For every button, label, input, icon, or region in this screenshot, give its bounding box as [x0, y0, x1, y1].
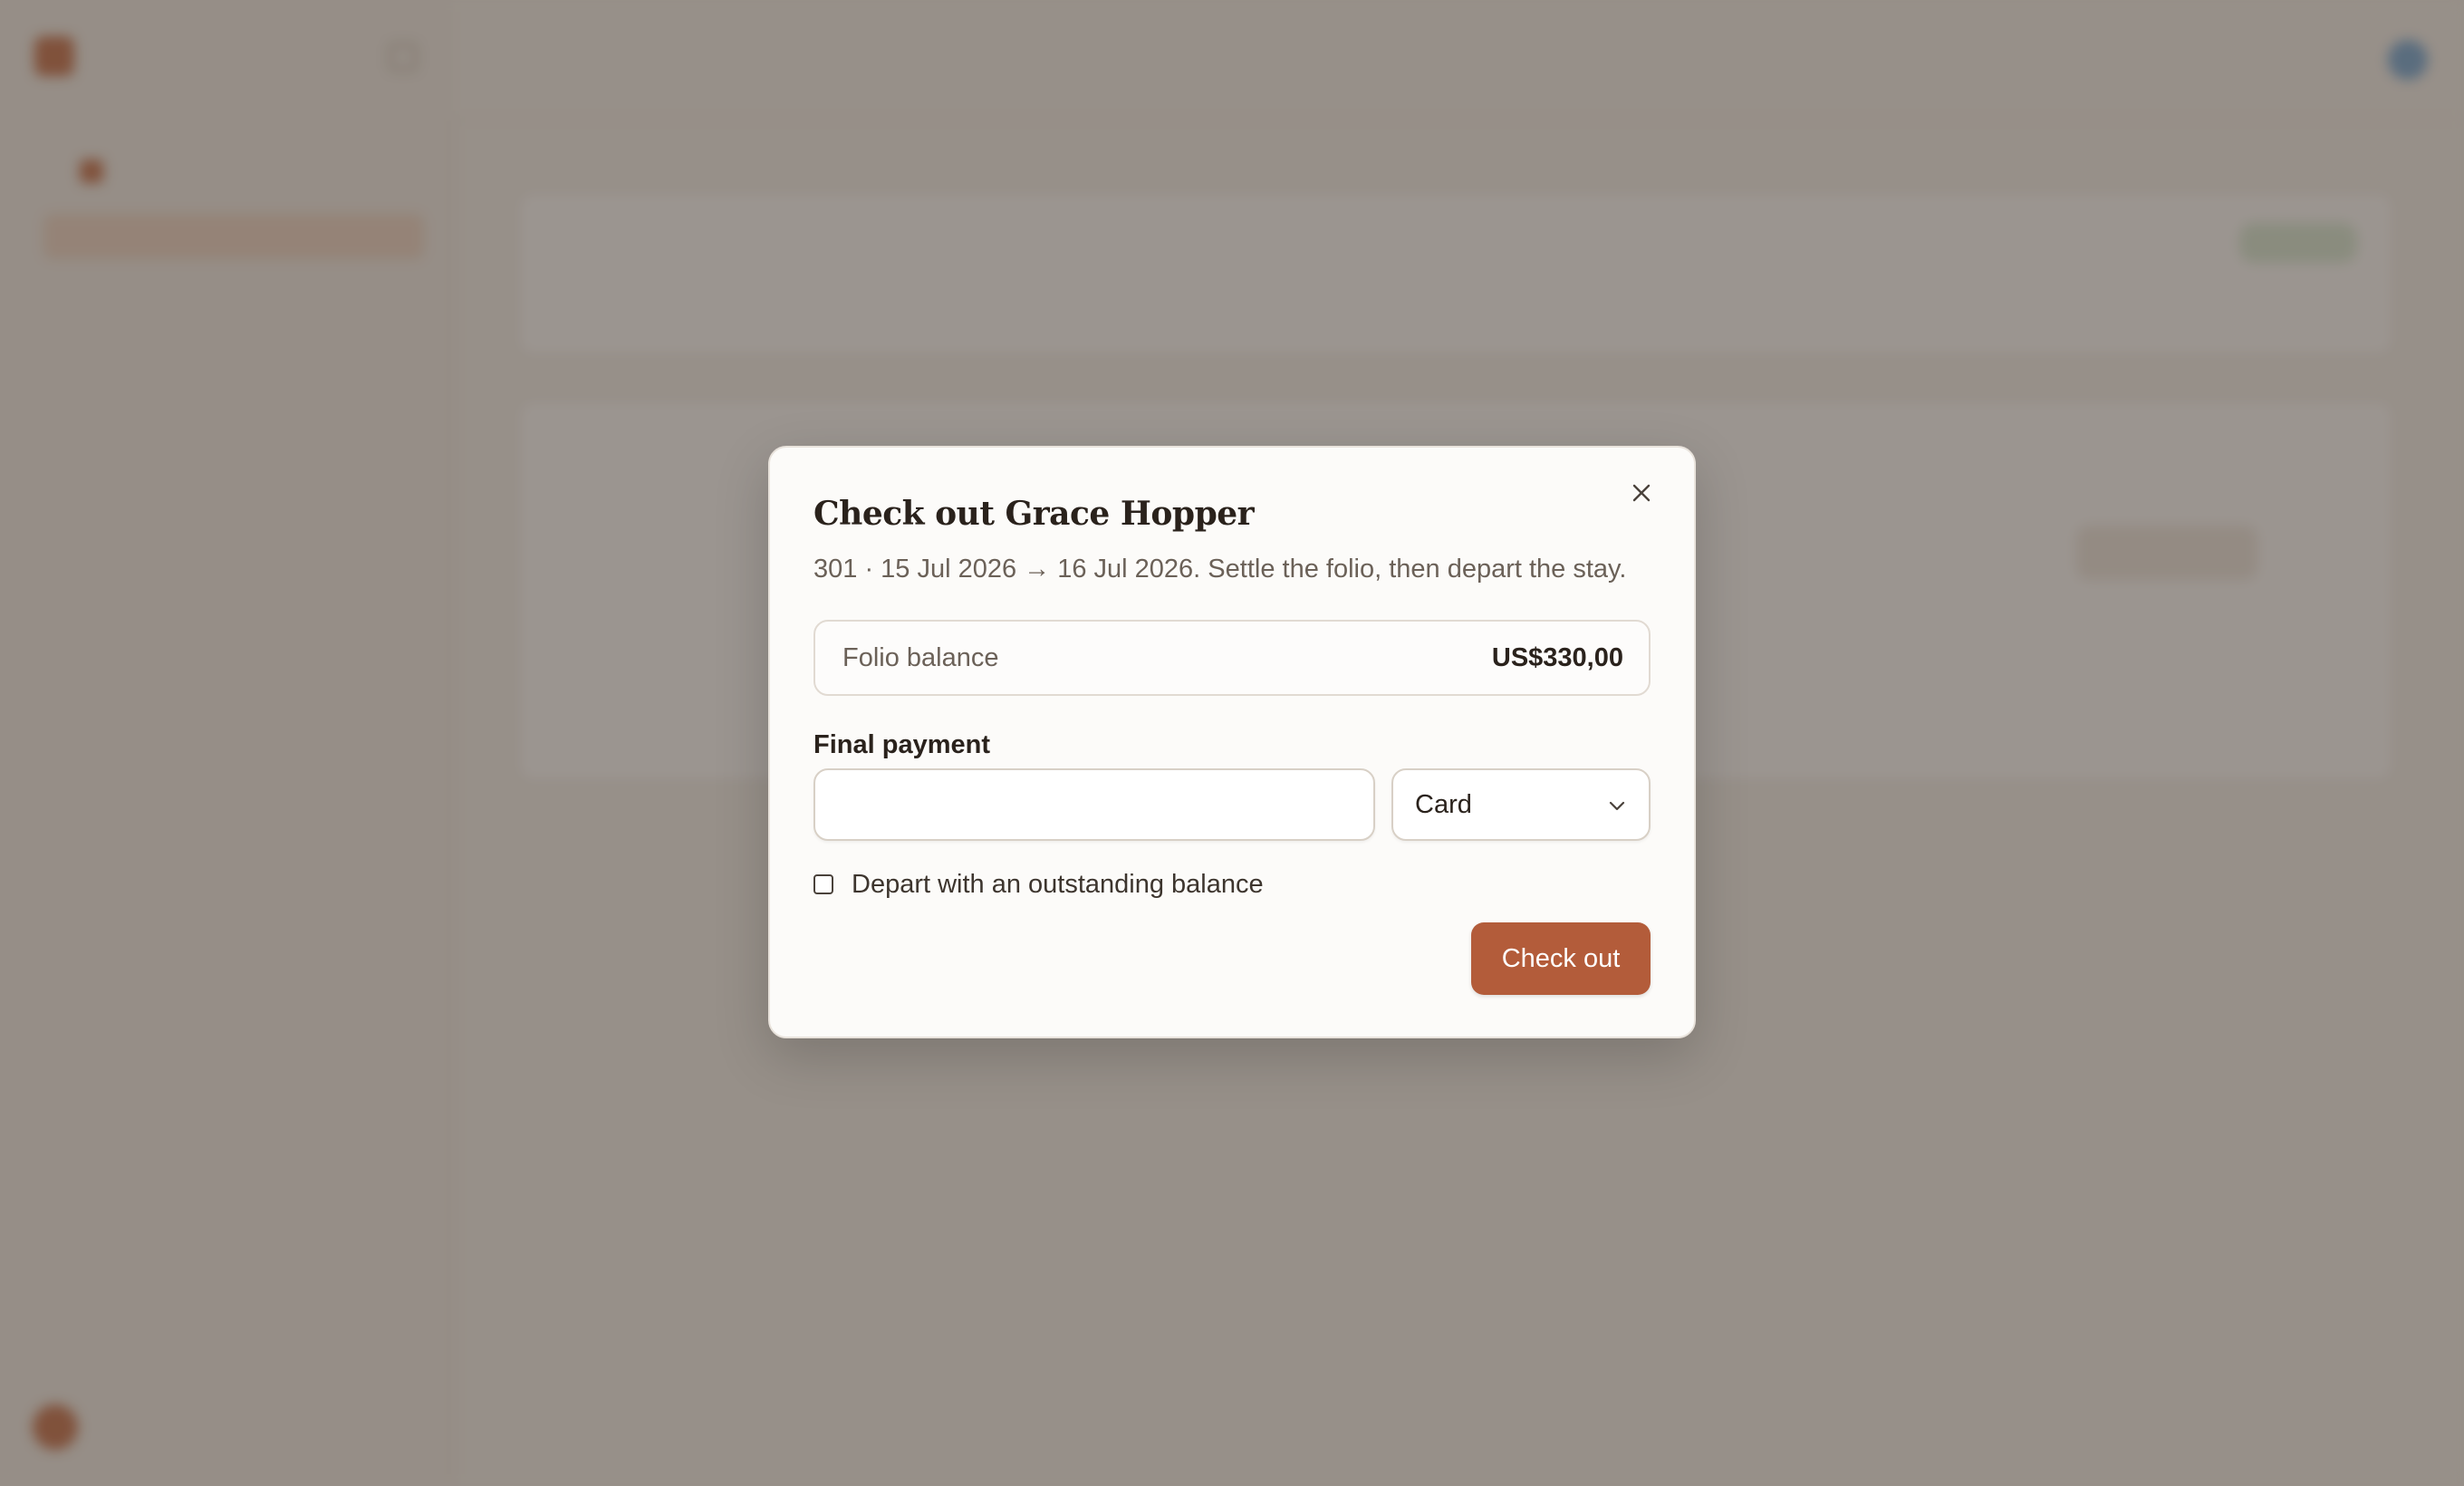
outstanding-balance-label: Depart with an outstanding balance	[852, 869, 1264, 899]
chevron-down-icon	[1609, 801, 1625, 811]
payment-method-select[interactable]: Card	[1391, 768, 1651, 841]
outstanding-balance-checkbox[interactable]	[813, 874, 833, 894]
outstanding-balance-option[interactable]: Depart with an outstanding balance	[813, 866, 1264, 902]
final-payment-label: Final payment	[813, 730, 990, 759]
folio-balance-label: Folio balance	[842, 643, 999, 672]
folio-balance-value: US$330,00	[1491, 643, 1623, 672]
check-out-button[interactable]: Check out	[1471, 922, 1651, 995]
dialog-description: 301 · 15 Jul 2026 → 16 Jul 2026. Settle …	[813, 555, 1627, 584]
close-icon	[1632, 484, 1651, 502]
checkout-dialog: Check out Grace Hopper 301 · 15 Jul 2026…	[768, 446, 1696, 1038]
folio-balance-box: Folio balance US$330,00	[813, 620, 1651, 696]
final-payment-input[interactable]	[813, 768, 1375, 841]
dialog-title: Check out Grace Hopper	[813, 495, 1255, 533]
close-button[interactable]	[1622, 473, 1661, 513]
payment-method-value: Card	[1415, 790, 1472, 819]
